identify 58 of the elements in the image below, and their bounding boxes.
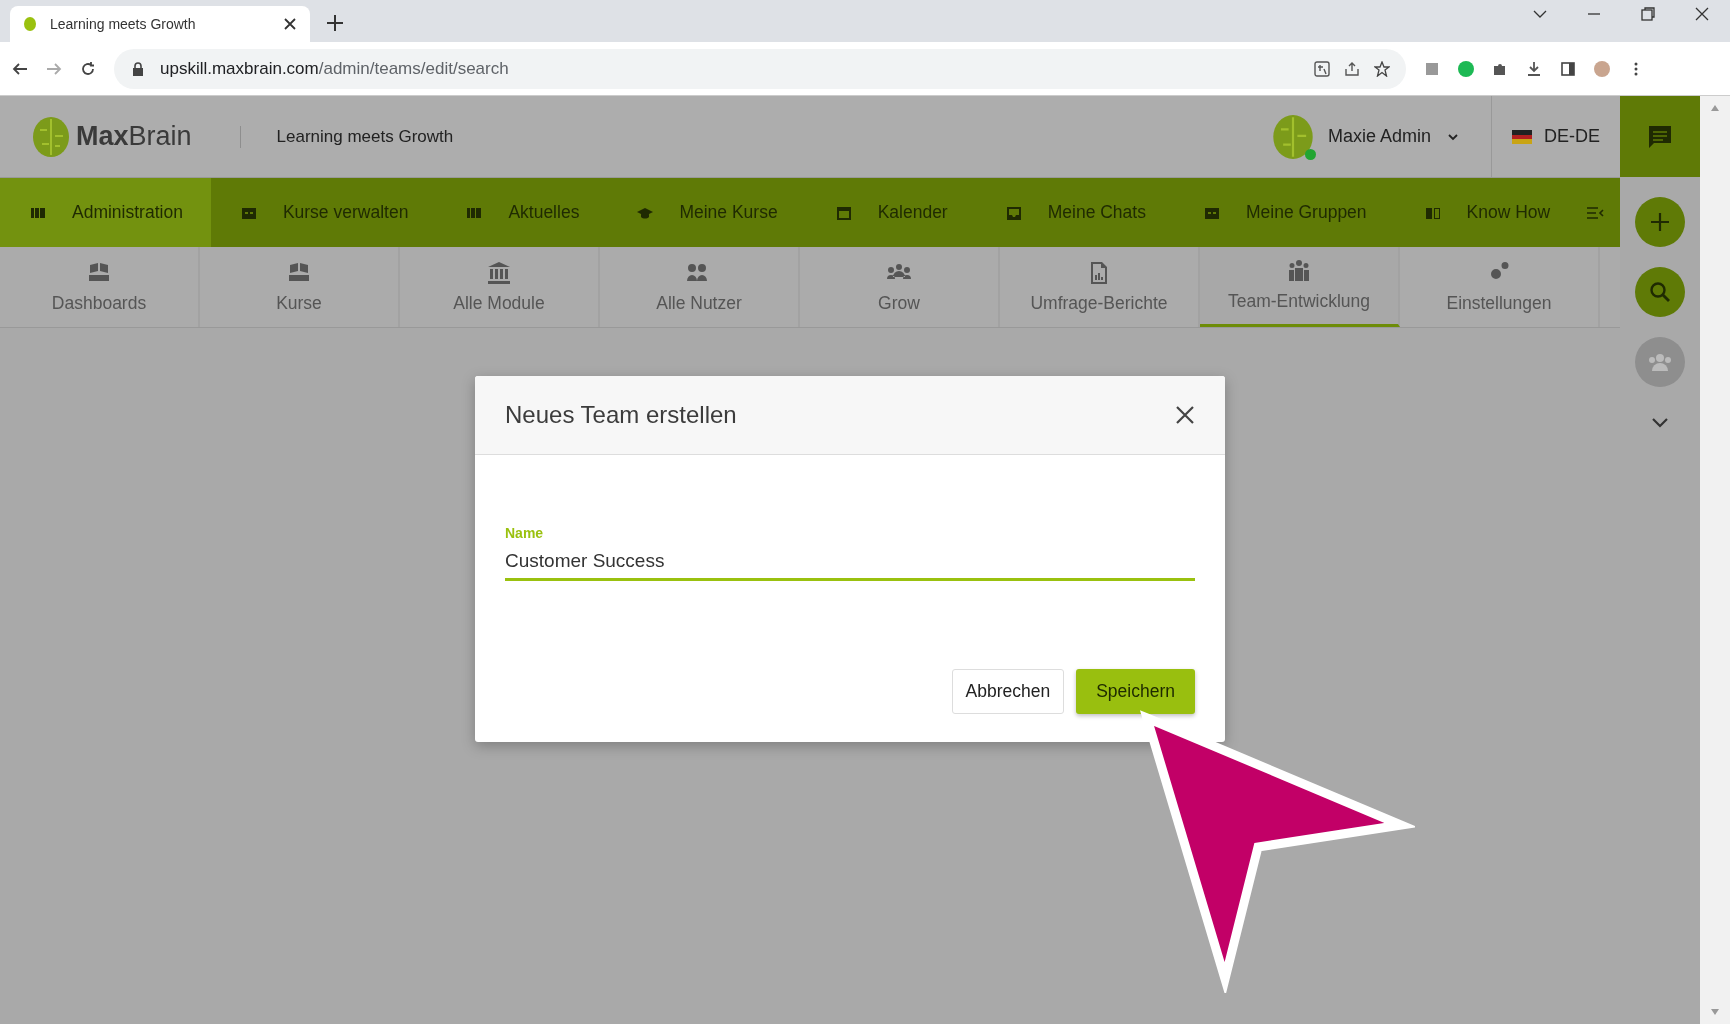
lock-icon <box>130 60 146 77</box>
nav-item[interactable]: Meine Chats <box>975 178 1174 247</box>
user-menu[interactable]: Maxie Admin <box>1271 96 1492 177</box>
admin-tab[interactable]: Einstellungen <box>1400 247 1600 327</box>
star-icon[interactable] <box>1374 60 1390 77</box>
address-bar[interactable]: upskill.maxbrain.com/admin/teams/edit/search <box>114 48 1406 89</box>
nav-item[interactable]: Know How <box>1394 178 1579 247</box>
people-icon <box>1646 352 1674 372</box>
back-arrow-icon[interactable] <box>12 60 28 77</box>
side-panel-icon[interactable] <box>1560 60 1576 77</box>
nav-item[interactable]: Meine Gruppen <box>1173 178 1395 247</box>
chat-button[interactable] <box>1620 96 1700 177</box>
chevron-down-icon[interactable] <box>1651 417 1669 429</box>
search-button[interactable] <box>1635 267 1685 317</box>
extension-icon[interactable] <box>1424 60 1440 77</box>
cancel-button[interactable]: Abbrechen <box>951 669 1065 714</box>
plus-icon <box>1649 211 1671 233</box>
close-icon[interactable] <box>1175 405 1195 425</box>
admin-tab[interactable]: Grow <box>800 247 1000 327</box>
flag-icon <box>1512 129 1532 144</box>
admin-tab[interactable]: Alle Module <box>400 247 600 327</box>
field-label: Name <box>505 525 545 541</box>
admin-tab[interactable]: Dashboards <box>0 247 200 327</box>
nav-item[interactable]: Kalender <box>805 178 976 247</box>
close-icon[interactable] <box>1694 6 1710 22</box>
admin-tab[interactable]: Team-Entwicklung <box>1200 247 1400 327</box>
admin-tab[interactable]: Alle Nutzer <box>600 247 800 327</box>
admin-tab[interactable]: Kurse <box>200 247 400 327</box>
logo-text: MaxBrain <box>76 121 192 152</box>
nav-item[interactable]: Kurse verwalten <box>210 178 437 247</box>
collapse-menu-icon[interactable] <box>1586 205 1604 220</box>
menu-item-icon <box>1005 204 1022 221</box>
browser-tab[interactable]: Learning meets Growth <box>10 6 310 42</box>
dialog-title: Neues Team erstellen <box>505 401 738 429</box>
nav-item[interactable]: Administration <box>0 178 211 247</box>
search-icon <box>1649 281 1671 303</box>
restore-icon[interactable] <box>1640 6 1656 22</box>
tab-title: Learning meets Growth <box>50 16 197 32</box>
url-text: upskill.maxbrain.com/admin/teams/edit/search <box>160 58 510 79</box>
reload-icon[interactable] <box>80 60 96 77</box>
save-button[interactable]: Speichern <box>1076 669 1195 714</box>
plus-icon[interactable] <box>324 12 346 34</box>
translate-icon[interactable] <box>1314 60 1330 77</box>
nav-item[interactable]: Meine Kurse <box>607 178 806 247</box>
chat-icon <box>1647 123 1673 150</box>
name-input-field[interactable]: Customer Success <box>505 546 1195 581</box>
brain-logo-icon <box>32 115 70 158</box>
close-icon[interactable] <box>282 16 298 32</box>
add-button[interactable] <box>1635 197 1685 247</box>
share-icon[interactable] <box>1344 60 1360 77</box>
language-switcher[interactable]: DE-DE <box>1492 126 1620 147</box>
brain-avatar-icon <box>1271 113 1314 160</box>
tab-icon <box>485 260 513 285</box>
tagline: Learning meets Growth <box>276 126 454 147</box>
download-icon[interactable] <box>1526 60 1542 77</box>
extension-icon[interactable] <box>1458 60 1474 77</box>
menu-item-icon <box>835 204 852 221</box>
nav-item[interactable]: Aktuelles <box>436 178 608 247</box>
